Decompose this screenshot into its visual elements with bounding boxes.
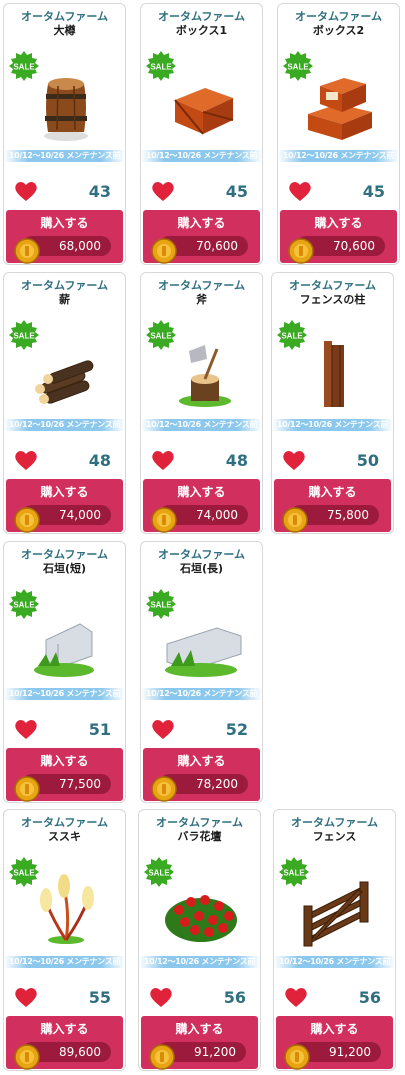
rose-bed-icon bbox=[159, 872, 243, 950]
heart-icon[interactable] bbox=[14, 449, 38, 471]
coin-icon bbox=[14, 1044, 40, 1070]
stone-wall-long-icon bbox=[161, 604, 245, 682]
maintenance-notice: 10/12～10/26 メンテナンス前 bbox=[4, 419, 125, 431]
like-count: 48 bbox=[225, 451, 248, 470]
heart-icon[interactable] bbox=[151, 180, 175, 202]
item-card-rose-bed[interactable]: オータムファーム バラ花壇 SALE 10/12～10/26 メンテナンス前 56… bbox=[138, 809, 261, 1071]
item-card-pampas-grass[interactable]: オータムファーム ススキ SALE 10/12～10/26 メンテナンス前 55 … bbox=[3, 809, 126, 1071]
item-title: オータムファーム斧 bbox=[157, 279, 245, 306]
item-title: オータムファーム 石垣(短) bbox=[20, 548, 108, 575]
maintenance-notice: 10/12～10/26 メンテナンス前 bbox=[278, 150, 399, 162]
stacked-crates-icon bbox=[298, 66, 382, 144]
heart-icon[interactable] bbox=[151, 718, 175, 740]
coin-icon bbox=[151, 507, 177, 533]
like-count: 48 bbox=[88, 451, 111, 470]
wooden-gate-icon bbox=[294, 872, 378, 950]
stone-wall-short-icon bbox=[24, 604, 108, 682]
heart-icon[interactable] bbox=[282, 449, 306, 471]
item-card-box1[interactable]: オータムファーム ボックス1 SALE 10/12～10/26 メンテナンス前 4… bbox=[140, 3, 263, 265]
maintenance-notice: 10/12～10/26 メンテナンス前 bbox=[272, 419, 393, 431]
pampas-grass-icon bbox=[24, 872, 108, 950]
heart-icon[interactable] bbox=[149, 986, 173, 1008]
heart-icon[interactable] bbox=[14, 180, 38, 202]
maintenance-notice: 10/12～10/26 メンテナンス前 bbox=[139, 956, 260, 968]
maintenance-notice: 10/12～10/26 メンテナンス前 bbox=[274, 956, 395, 968]
item-title: オータムファーム 石垣(長) bbox=[157, 548, 245, 575]
item-card-stone-wall-short[interactable]: オータムファーム 石垣(短) SALE 10/12～10/26 メンテナンス前 5… bbox=[3, 541, 126, 803]
item-title: オータムファーム フェンスの柱 bbox=[288, 279, 376, 306]
price: 74,000 bbox=[59, 508, 101, 522]
heart-icon[interactable] bbox=[288, 180, 312, 202]
item-title: オータムファーム 大樽 bbox=[20, 10, 108, 37]
maintenance-notice: 10/12～10/26 メンテナンス前 bbox=[141, 688, 262, 700]
like-count: 45 bbox=[362, 182, 385, 201]
item-card-box2[interactable]: オータムファーム ボックス2 SALE 10/12～10/26 メンテナンス前 4… bbox=[277, 3, 400, 265]
maintenance-notice: 10/12～10/26 メンテナンス前 bbox=[4, 956, 125, 968]
coin-icon bbox=[151, 238, 177, 264]
like-count: 51 bbox=[88, 720, 111, 739]
price: 75,800 bbox=[327, 508, 369, 522]
item-card-barrel[interactable]: オータムファーム 大樽 SALE 10/12～10/26 メンテナンス前 43 購… bbox=[3, 3, 126, 265]
item-card-stone-wall-long[interactable]: オータムファーム 石垣(長) SALE 10/12～10/26 メンテナンス前 5… bbox=[140, 541, 263, 803]
price: 68,000 bbox=[59, 239, 101, 253]
item-title: オータムファーム フェンス bbox=[290, 816, 378, 843]
coin-icon bbox=[14, 238, 40, 264]
price: 74,000 bbox=[196, 508, 238, 522]
crate-icon bbox=[161, 66, 245, 144]
like-count: 52 bbox=[225, 720, 248, 739]
like-count: 50 bbox=[356, 451, 379, 470]
coin-icon bbox=[14, 507, 40, 533]
heart-icon[interactable] bbox=[284, 986, 308, 1008]
item-card-firewood[interactable]: オータムファーム薪 SALE 10/12～10/26 メンテナンス前 48 購入… bbox=[3, 272, 126, 534]
item-card-fence-post[interactable]: オータムファーム フェンスの柱 SALE 10/12～10/26 メンテナンス前 … bbox=[271, 272, 394, 534]
item-title: オータムファーム薪 bbox=[20, 279, 108, 306]
coin-icon bbox=[151, 776, 177, 802]
heart-icon[interactable] bbox=[14, 718, 38, 740]
item-title: オータムファーム ススキ bbox=[20, 816, 108, 843]
coin-icon bbox=[282, 507, 308, 533]
like-count: 43 bbox=[88, 182, 111, 201]
coin-icon bbox=[14, 776, 40, 802]
coin-icon bbox=[149, 1044, 175, 1070]
heart-icon[interactable] bbox=[151, 449, 175, 471]
maintenance-notice: 10/12～10/26 メンテナンス前 bbox=[141, 150, 262, 162]
item-card-axe[interactable]: オータムファーム斧 SALE 10/12～10/26 メンテナンス前 48 購入… bbox=[140, 272, 263, 534]
price: 77,500 bbox=[59, 777, 101, 791]
like-count: 55 bbox=[88, 988, 111, 1007]
maintenance-notice: 10/12～10/26 メンテナンス前 bbox=[4, 688, 125, 700]
maintenance-notice: 10/12～10/26 メンテナンス前 bbox=[141, 419, 262, 431]
like-count: 56 bbox=[358, 988, 381, 1007]
like-count: 45 bbox=[225, 182, 248, 201]
item-card-wooden-gate[interactable]: オータムファーム フェンス SALE 10/12～10/26 メンテナンス前 56… bbox=[273, 809, 396, 1071]
coin-icon bbox=[288, 238, 314, 264]
coin-icon bbox=[284, 1044, 310, 1070]
like-count: 56 bbox=[223, 988, 246, 1007]
item-title: オータムファーム ボックス2 bbox=[294, 10, 382, 37]
item-title: オータムファーム ボックス1 bbox=[157, 10, 245, 37]
barrel-icon bbox=[24, 66, 108, 144]
price: 89,600 bbox=[59, 1045, 101, 1059]
fence-post-icon bbox=[292, 335, 376, 413]
price: 91,200 bbox=[329, 1045, 371, 1059]
maintenance-notice: 10/12～10/26 メンテナンス前 bbox=[4, 150, 125, 162]
price: 91,200 bbox=[194, 1045, 236, 1059]
heart-icon[interactable] bbox=[14, 986, 38, 1008]
firewood-icon bbox=[24, 335, 108, 413]
price: 70,600 bbox=[196, 239, 238, 253]
price: 70,600 bbox=[333, 239, 375, 253]
axe-stump-icon bbox=[161, 335, 245, 413]
price: 78,200 bbox=[196, 777, 238, 791]
item-title: オータムファーム バラ花壇 bbox=[155, 816, 243, 843]
